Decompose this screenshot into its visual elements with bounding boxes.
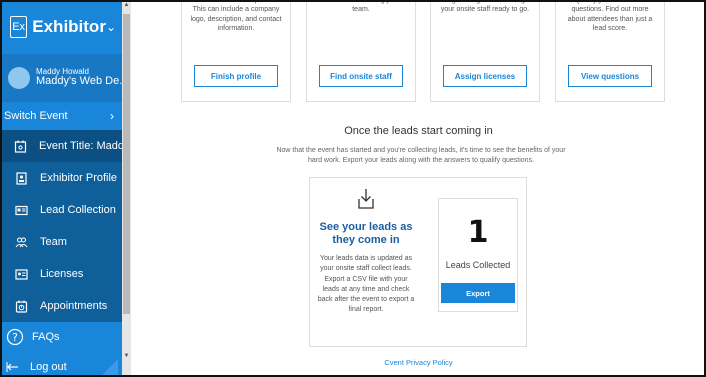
window-frame [0, 0, 706, 377]
